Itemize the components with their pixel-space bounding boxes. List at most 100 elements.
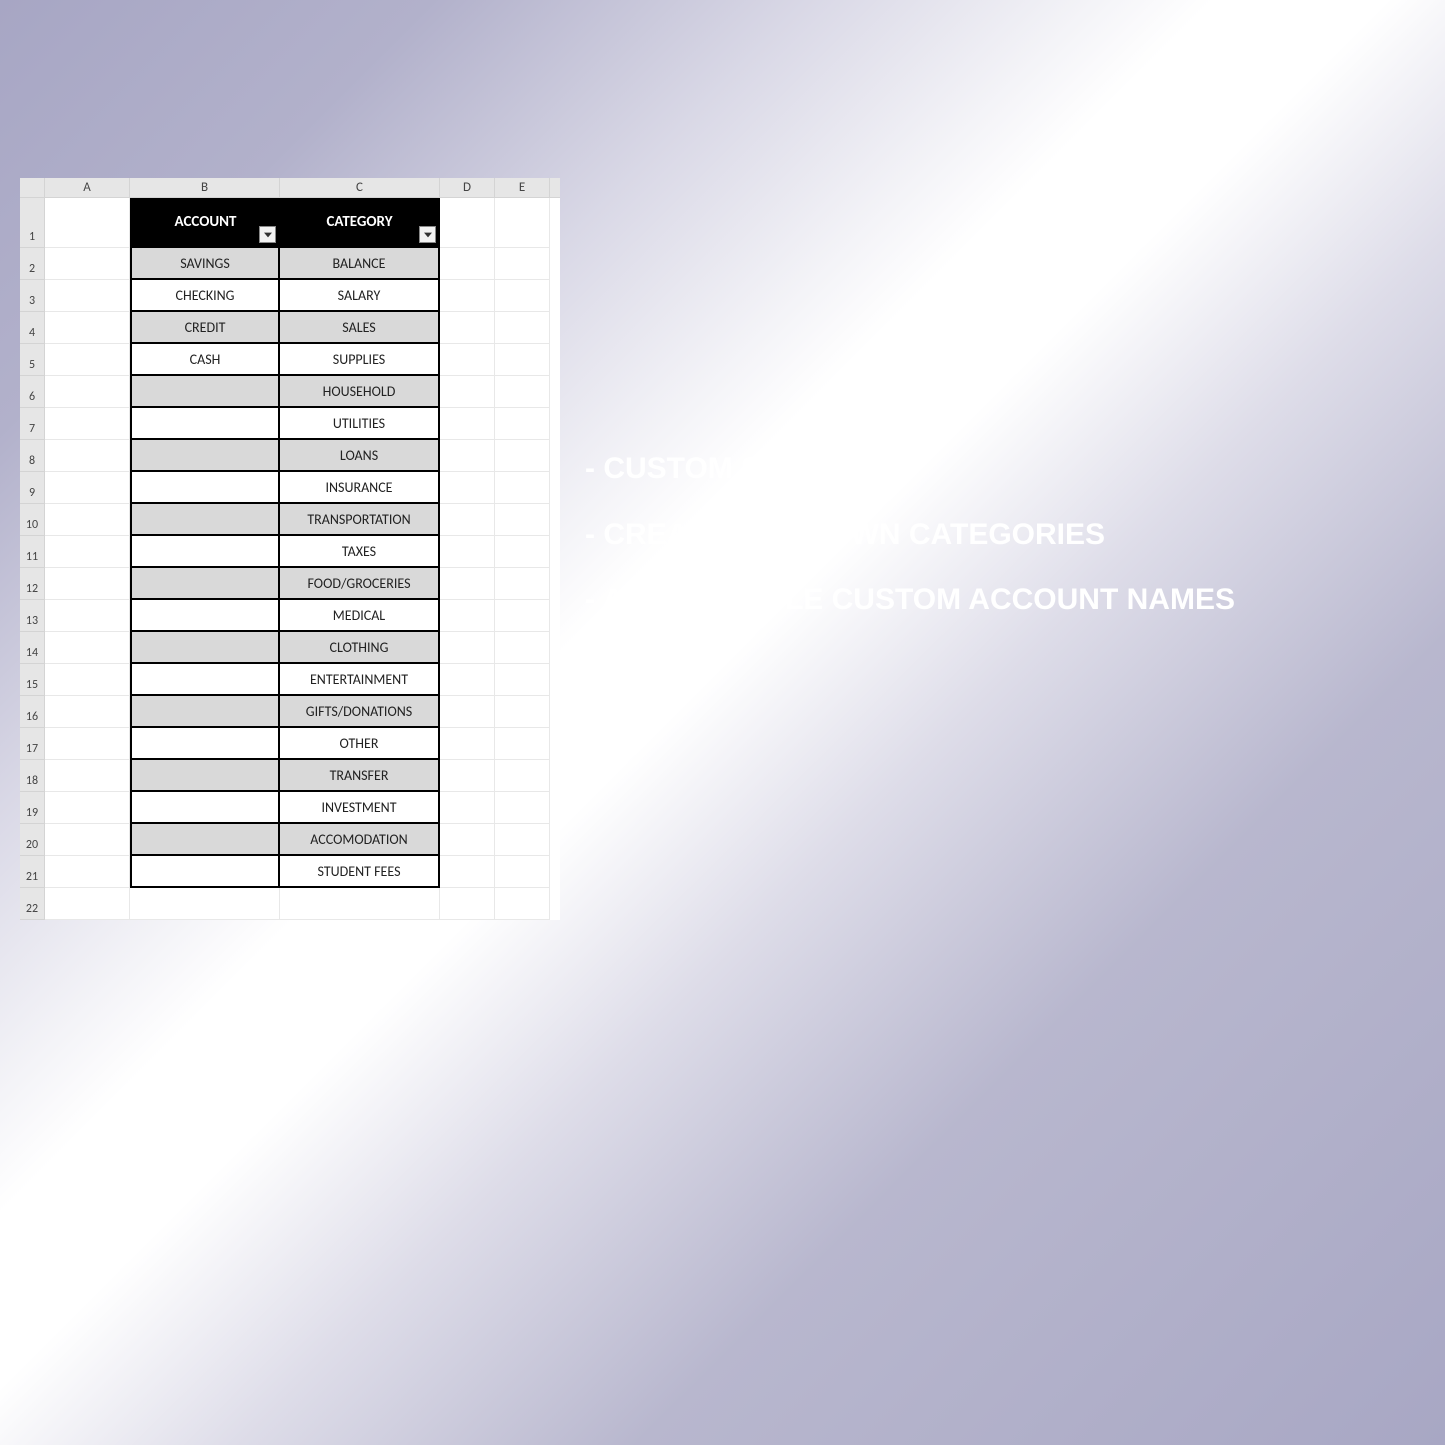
cell-category-14[interactable]: CLOTHING [280, 632, 440, 664]
row-header-13[interactable]: 13 [20, 600, 45, 632]
cell-category-10[interactable]: TRANSPORTATION [280, 504, 440, 536]
row-header-14[interactable]: 14 [20, 632, 45, 664]
cell-category-19[interactable]: INVESTMENT [280, 792, 440, 824]
row-header-7[interactable]: 7 [20, 408, 45, 440]
cell-account-21[interactable] [130, 856, 280, 888]
cell-A14[interactable] [45, 632, 130, 664]
cell-category-7[interactable]: UTILITIES [280, 408, 440, 440]
cell-category-20[interactable]: ACCOMODATION [280, 824, 440, 856]
cell-account-19[interactable] [130, 792, 280, 824]
row-header-21[interactable]: 21 [20, 856, 45, 888]
cell-E4[interactable] [495, 312, 550, 344]
cell-A16[interactable] [45, 696, 130, 728]
cell-E21[interactable] [495, 856, 550, 888]
cell-E2[interactable] [495, 248, 550, 280]
cell-category-9[interactable]: INSURANCE [280, 472, 440, 504]
cell-D17[interactable] [440, 728, 495, 760]
cell-account-10[interactable] [130, 504, 280, 536]
cell-E16[interactable] [495, 696, 550, 728]
cell-D21[interactable] [440, 856, 495, 888]
cell-D1[interactable] [440, 198, 495, 248]
cell-B22[interactable] [130, 888, 280, 920]
cell-D12[interactable] [440, 568, 495, 600]
col-header-C[interactable]: C [280, 178, 440, 197]
cell-category-2[interactable]: BALANCE [280, 248, 440, 280]
row-header-12[interactable]: 12 [20, 568, 45, 600]
cell-A21[interactable] [45, 856, 130, 888]
cell-category-13[interactable]: MEDICAL [280, 600, 440, 632]
cell-A22[interactable] [45, 888, 130, 920]
cell-category-21[interactable]: STUDENT FEES [280, 856, 440, 888]
row-header-10[interactable]: 10 [20, 504, 45, 536]
cell-account-4[interactable]: CREDIT [130, 312, 280, 344]
cell-E11[interactable] [495, 536, 550, 568]
cell-A5[interactable] [45, 344, 130, 376]
cell-account-9[interactable] [130, 472, 280, 504]
cell-category-6[interactable]: HOUSEHOLD [280, 376, 440, 408]
row-header-1[interactable]: 1 [20, 198, 45, 248]
cell-category-17[interactable]: OTHER [280, 728, 440, 760]
cell-D20[interactable] [440, 824, 495, 856]
filter-category-icon[interactable] [419, 226, 436, 243]
row-header-4[interactable]: 4 [20, 312, 45, 344]
cell-D6[interactable] [440, 376, 495, 408]
cell-E5[interactable] [495, 344, 550, 376]
row-header-6[interactable]: 6 [20, 376, 45, 408]
cell-A4[interactable] [45, 312, 130, 344]
cell-C22[interactable] [280, 888, 440, 920]
cell-D3[interactable] [440, 280, 495, 312]
row-header-11[interactable]: 11 [20, 536, 45, 568]
cell-A7[interactable] [45, 408, 130, 440]
cell-A20[interactable] [45, 824, 130, 856]
cell-E19[interactable] [495, 792, 550, 824]
cell-account-15[interactable] [130, 664, 280, 696]
cell-D7[interactable] [440, 408, 495, 440]
cell-D19[interactable] [440, 792, 495, 824]
cell-D4[interactable] [440, 312, 495, 344]
cell-account-20[interactable] [130, 824, 280, 856]
col-header-E[interactable]: E [495, 178, 550, 197]
cell-E22[interactable] [495, 888, 550, 920]
row-header-2[interactable]: 2 [20, 248, 45, 280]
cell-D22[interactable] [440, 888, 495, 920]
row-header-8[interactable]: 8 [20, 440, 45, 472]
cell-E7[interactable] [495, 408, 550, 440]
cell-A10[interactable] [45, 504, 130, 536]
cell-A3[interactable] [45, 280, 130, 312]
cell-category-15[interactable]: ENTERTAINMENT [280, 664, 440, 696]
cell-A15[interactable] [45, 664, 130, 696]
cell-E3[interactable] [495, 280, 550, 312]
row-header-19[interactable]: 19 [20, 792, 45, 824]
cell-D10[interactable] [440, 504, 495, 536]
cell-E6[interactable] [495, 376, 550, 408]
cell-account-11[interactable] [130, 536, 280, 568]
row-header-5[interactable]: 5 [20, 344, 45, 376]
row-header-17[interactable]: 17 [20, 728, 45, 760]
cell-account-8[interactable] [130, 440, 280, 472]
cell-account-14[interactable] [130, 632, 280, 664]
cell-E12[interactable] [495, 568, 550, 600]
cell-account-6[interactable] [130, 376, 280, 408]
cell-D2[interactable] [440, 248, 495, 280]
cell-D16[interactable] [440, 696, 495, 728]
cell-D11[interactable] [440, 536, 495, 568]
header-category[interactable]: CATEGORY [280, 198, 440, 248]
cell-D13[interactable] [440, 600, 495, 632]
cell-A6[interactable] [45, 376, 130, 408]
cell-A19[interactable] [45, 792, 130, 824]
cell-category-12[interactable]: FOOD/GROCERIES [280, 568, 440, 600]
cell-category-11[interactable]: TAXES [280, 536, 440, 568]
header-account[interactable]: ACCOUNT [130, 198, 280, 248]
cell-E9[interactable] [495, 472, 550, 504]
cell-A9[interactable] [45, 472, 130, 504]
cell-E18[interactable] [495, 760, 550, 792]
cell-account-2[interactable]: SAVINGS [130, 248, 280, 280]
row-header-3[interactable]: 3 [20, 280, 45, 312]
cell-E13[interactable] [495, 600, 550, 632]
cell-A18[interactable] [45, 760, 130, 792]
row-header-20[interactable]: 20 [20, 824, 45, 856]
cell-E1[interactable] [495, 198, 550, 248]
cell-A17[interactable] [45, 728, 130, 760]
cell-D14[interactable] [440, 632, 495, 664]
row-header-15[interactable]: 15 [20, 664, 45, 696]
